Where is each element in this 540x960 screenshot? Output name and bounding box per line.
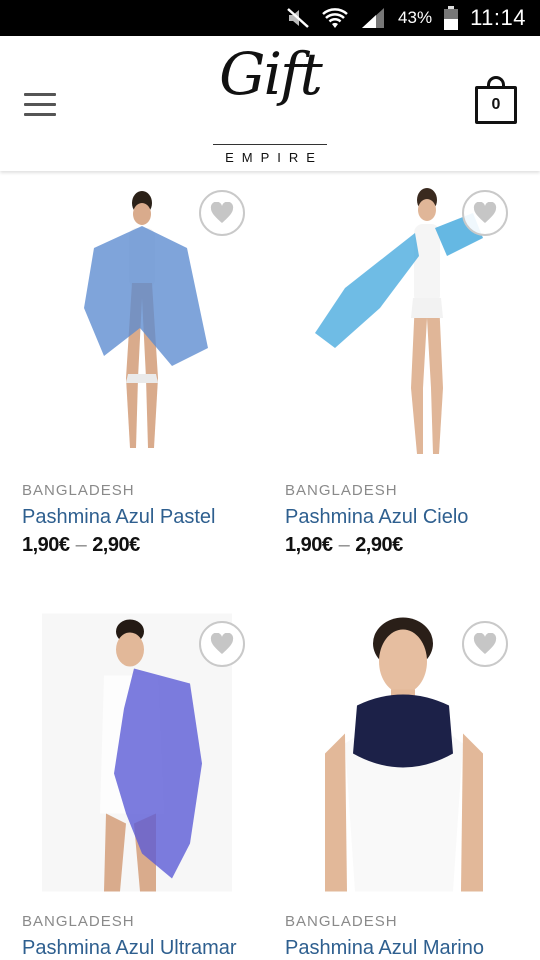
- logo-script-text: Gift: [219, 40, 323, 108]
- wishlist-button[interactable]: [462, 621, 508, 667]
- wishlist-button[interactable]: [199, 621, 245, 667]
- product-price: 1,90€ –2,90€: [22, 534, 140, 557]
- logo-divider: [213, 144, 327, 145]
- battery-percent: 43%: [398, 8, 433, 27]
- heart-icon: [210, 202, 234, 223]
- product-card[interactable]: BANGLADESH Pashmina Azul Ultramar: [22, 610, 262, 960]
- battery-icon: [444, 6, 459, 30]
- site-header: Gift EMPIRE 0: [0, 36, 540, 171]
- price-dash: –: [75, 534, 87, 556]
- product-category[interactable]: BANGLADESH: [285, 913, 398, 930]
- menu-icon-bar: [24, 93, 56, 96]
- product-title[interactable]: Pashmina Azul Ultramar: [22, 937, 237, 960]
- price-max: 2,90€: [92, 534, 140, 556]
- status-icons: 43% 11:14: [286, 0, 526, 36]
- cart-count: 0: [475, 86, 517, 124]
- hamburger-menu-button[interactable]: [24, 93, 58, 117]
- mute-icon: [287, 8, 309, 28]
- product-title[interactable]: Pashmina Azul Pastel: [22, 506, 215, 529]
- signal-icon: [362, 8, 385, 28]
- wishlist-button[interactable]: [462, 190, 508, 236]
- site-logo[interactable]: Gift EMPIRE: [205, 40, 335, 168]
- product-title[interactable]: Pashmina Azul Marino: [285, 937, 484, 960]
- cart-button[interactable]: 0: [475, 76, 517, 124]
- price-max: 2,90€: [355, 534, 403, 556]
- logo-subtitle: EMPIRE: [225, 150, 323, 165]
- product-title[interactable]: Pashmina Azul Cielo: [285, 506, 468, 529]
- heart-icon: [473, 633, 497, 654]
- status-bar: 43% 11:14: [0, 0, 540, 36]
- product-card[interactable]: BANGLADESH Pashmina Azul Cielo 1,90€ –2,9…: [285, 178, 525, 598]
- product-category[interactable]: BANGLADESH: [285, 482, 398, 499]
- wifi-icon: [322, 8, 348, 28]
- product-card[interactable]: BANGLADESH Pashmina Azul Pastel 1,90€ –2,…: [22, 178, 262, 598]
- clock: 11:14: [470, 5, 526, 30]
- product-price: 1,90€ –2,90€: [285, 534, 403, 557]
- wishlist-button[interactable]: [199, 190, 245, 236]
- product-card[interactable]: BANGLADESH Pashmina Azul Marino: [285, 610, 525, 960]
- price-min: 1,90€: [285, 534, 333, 556]
- product-category[interactable]: BANGLADESH: [22, 482, 135, 499]
- menu-icon-bar: [24, 103, 56, 106]
- menu-icon-bar: [24, 113, 56, 116]
- price-dash: –: [338, 534, 350, 556]
- price-min: 1,90€: [22, 534, 70, 556]
- product-category[interactable]: BANGLADESH: [22, 913, 135, 930]
- scarf-shape: [353, 694, 453, 768]
- heart-icon: [210, 633, 234, 654]
- heart-icon: [473, 202, 497, 223]
